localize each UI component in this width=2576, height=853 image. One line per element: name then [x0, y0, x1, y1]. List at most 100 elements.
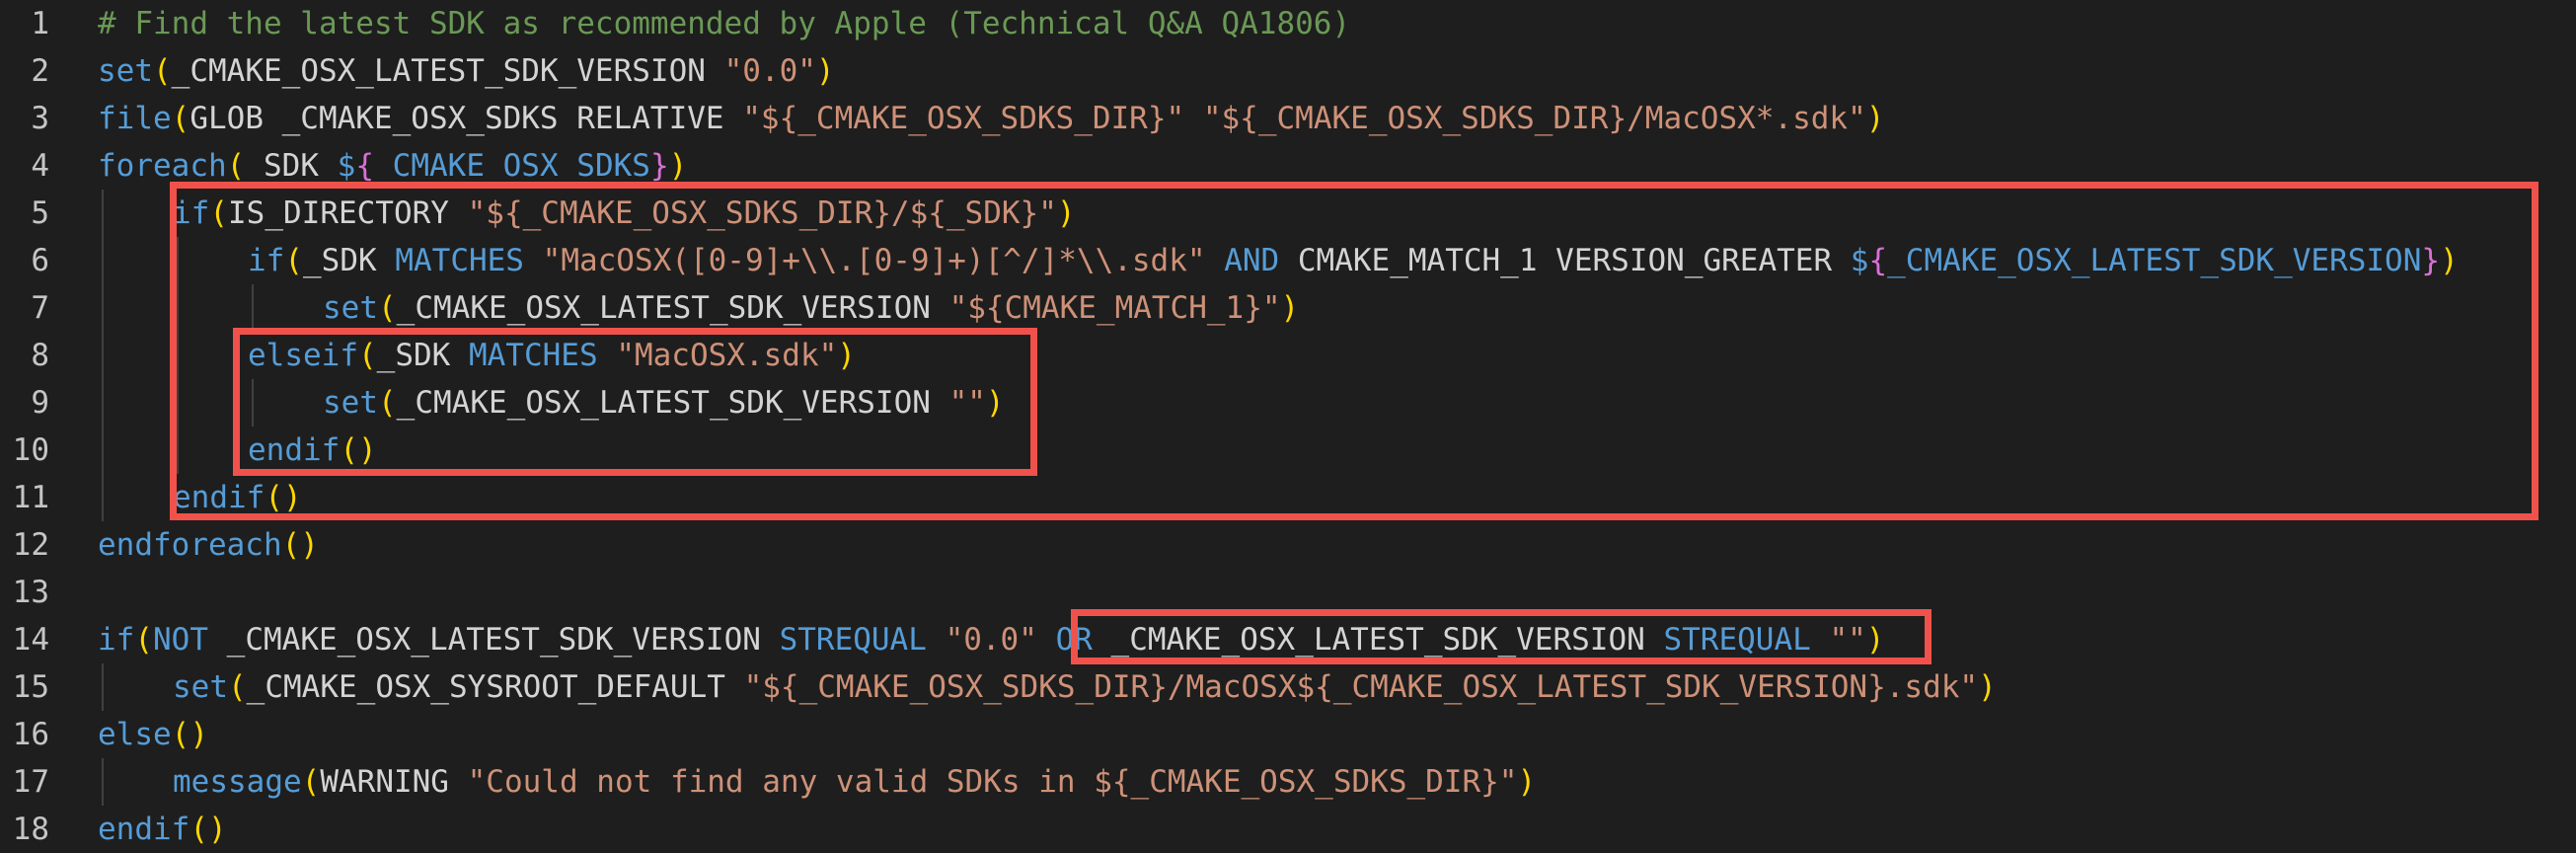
line-number: 4 — [31, 148, 49, 184]
code-text: set(_CMAKE_OSX_SYSROOT_DEFAULT "${_CMAKE… — [173, 663, 1997, 711]
code-line[interactable]: 14 if(NOT _CMAKE_OSX_LATEST_SDK_VERSION S… — [0, 616, 2576, 663]
code-token: ( — [378, 290, 397, 326]
code-token: ( — [228, 669, 247, 705]
code-token: ( — [284, 243, 303, 278]
line-number: 13 — [12, 575, 49, 610]
code-token: _CMAKE_OSX_SDKS — [374, 148, 650, 184]
code-line[interactable]: 17 message(WARNING "Could not find any va… — [0, 758, 2576, 806]
code-line[interactable]: 5 if(IS_DIRECTORY "${_CMAKE_OSX_SDKS_DIR}… — [0, 190, 2576, 237]
indent-guide — [102, 379, 104, 426]
code-token: ( — [153, 53, 172, 89]
code-line[interactable]: 3 file(GLOB _CMAKE_OSX_SDKS RELATIVE "${_… — [0, 95, 2576, 142]
code-token: "Could not find any valid SDKs in ${_CMA… — [467, 764, 1518, 800]
indent-guide — [252, 379, 254, 426]
code-token: "" — [948, 385, 986, 421]
code-line[interactable]: 2 set(_CMAKE_OSX_LATEST_SDK_VERSION "0.0"… — [0, 47, 2576, 95]
line-number: 11 — [12, 480, 49, 515]
indent-guide — [177, 379, 179, 426]
code-token: () — [189, 812, 227, 847]
line-number: 12 — [12, 527, 49, 563]
code-text: # Find the latest SDK as recommended by … — [98, 0, 1350, 47]
code-token: ) — [815, 53, 835, 89]
code-token: MATCHES — [468, 338, 598, 373]
code-line[interactable]: 11 endif() — [0, 474, 2576, 521]
code-line[interactable]: 16 else() — [0, 711, 2576, 758]
code-token: _SDK — [303, 243, 396, 278]
code-token: () — [171, 717, 208, 752]
code-line[interactable]: 9 set(_CMAKE_OSX_LATEST_SDK_VERSION "") — [0, 379, 2576, 426]
code-token: else — [98, 717, 172, 752]
line-number: 18 — [12, 812, 49, 847]
line-number: 1 — [31, 6, 49, 41]
code-line[interactable]: 1 # Find the latest SDK as recommended by… — [0, 0, 2576, 47]
code-token: _CMAKE_OSX_LATEST_SDK_VERSION — [396, 385, 949, 421]
code-token: _SDK — [376, 338, 469, 373]
code-token: _CMAKE_OSX_LATEST_SDK_VERSION — [1887, 243, 2422, 278]
code-text: endif() — [98, 806, 227, 853]
code-line[interactable]: 18 endif() — [0, 806, 2576, 853]
code-token: ( — [226, 148, 246, 184]
code-token: ( — [301, 764, 321, 800]
code-text: set(_CMAKE_OSX_LATEST_SDK_VERSION "") — [323, 379, 1005, 426]
code-token: set — [173, 669, 228, 705]
code-token: elseif — [248, 338, 358, 373]
line-number: 3 — [31, 101, 49, 136]
code-token: set — [98, 53, 153, 89]
code-line[interactable]: 4 foreach(_SDK ${_CMAKE_OSX_SDKS}) — [0, 142, 2576, 190]
code-token: ( — [357, 338, 377, 373]
code-text: file(GLOB _CMAKE_OSX_SDKS RELATIVE "${_C… — [98, 95, 1884, 142]
line-number: 16 — [12, 717, 49, 752]
code-editor[interactable]: 1 # Find the latest SDK as recommended by… — [0, 0, 2576, 853]
code-token: GLOB _CMAKE_OSX_SDKS RELATIVE — [189, 101, 743, 136]
code-token: STREQUAL — [1663, 622, 1811, 658]
code-token: MATCHES — [395, 243, 524, 278]
code-token: foreach — [98, 148, 227, 184]
indent-guide — [102, 332, 104, 379]
code-token: { — [1868, 243, 1888, 278]
code-line[interactable]: 13 — [0, 569, 2576, 616]
code-token: "0.0" — [945, 622, 1037, 658]
code-line[interactable]: 15 set(_CMAKE_OSX_SYSROOT_DEFAULT "${_CMA… — [0, 663, 2576, 711]
code-token: ( — [134, 622, 153, 658]
code-token: _CMAKE_OSX_LATEST_SDK_VERSION — [171, 53, 724, 89]
code-token: "${_CMAKE_OSX_SDKS_DIR}" — [742, 101, 1185, 136]
code-token: () — [265, 480, 302, 515]
code-line[interactable]: 8 elseif(_SDK MATCHES "MacOSX.sdk") — [0, 332, 2576, 379]
code-token: ) — [2440, 243, 2459, 278]
code-line[interactable]: 12 endforeach() — [0, 521, 2576, 569]
code-text: if(IS_DIRECTORY "${_CMAKE_OSX_SDKS_DIR}/… — [173, 190, 1076, 237]
line-number: 5 — [31, 195, 49, 231]
code-token: _CMAKE_OSX_LATEST_SDK_VERSION — [1092, 622, 1664, 658]
code-line[interactable]: 7 set(_CMAKE_OSX_LATEST_SDK_VERSION "${CM… — [0, 284, 2576, 332]
code-token: ) — [1978, 669, 1997, 705]
indent-guide — [102, 758, 104, 806]
code-text: elseif(_SDK MATCHES "MacOSX.sdk") — [248, 332, 856, 379]
code-text: endif() — [173, 474, 302, 521]
code-token: endif — [98, 812, 190, 847]
code-token: STREQUAL — [779, 622, 927, 658]
code-token: "MacOSX.sdk" — [616, 338, 838, 373]
code-token: "${_CMAKE_OSX_SDKS_DIR}/MacOSX${_CMAKE_O… — [743, 669, 1979, 705]
code-token: "${_CMAKE_OSX_SDKS_DIR}/MacOSX*.sdk" — [1202, 101, 1866, 136]
line-number: 17 — [12, 764, 49, 800]
code-token: message — [173, 764, 302, 800]
code-token: "MacOSX([0-9]+\\.[0-9]+)[^/]*\\.sdk" — [542, 243, 1206, 278]
code-token: AND — [1224, 243, 1280, 278]
code-token: ) — [1056, 195, 1076, 231]
code-token: CMAKE_MATCH_1 VERSION_GREATER — [1279, 243, 1851, 278]
line-number: 2 — [31, 53, 49, 89]
code-line[interactable]: 6 if(_SDK MATCHES "MacOSX([0-9]+\\.[0-9]+… — [0, 237, 2576, 284]
code-token: IS_DIRECTORY — [228, 195, 468, 231]
code-token: _CMAKE_OSX_LATEST_SDK_VERSION — [208, 622, 780, 658]
line-number: 9 — [31, 385, 49, 421]
code-line[interactable]: 10 endif() — [0, 426, 2576, 474]
code-token: $ — [1850, 243, 1869, 278]
code-text: if(NOT _CMAKE_OSX_LATEST_SDK_VERSION STR… — [98, 616, 1884, 663]
code-token: NOT — [153, 622, 208, 658]
